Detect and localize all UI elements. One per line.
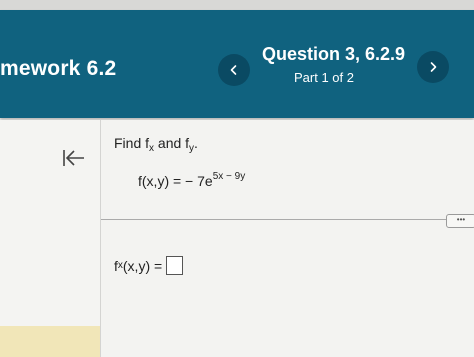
left-accent-block	[0, 326, 100, 357]
function-exponent: 5x − 9y	[212, 171, 246, 182]
answer-row: f x (x,y) =	[114, 256, 184, 275]
chevron-left-icon	[230, 65, 237, 75]
more-options-button[interactable]: •••	[446, 214, 474, 228]
answer-label-rest: (x,y) =	[122, 257, 163, 274]
question-area	[101, 120, 474, 357]
question-prompt: Find fx and fy.	[114, 135, 198, 154]
prompt-and: and f	[154, 135, 190, 151]
collapse-left-icon[interactable]	[62, 148, 86, 168]
homework-title: mework 6.2	[0, 57, 117, 80]
answer-input-box[interactable]	[166, 256, 184, 275]
prompt-find: Find f	[114, 135, 150, 151]
prompt-end: .	[194, 135, 198, 151]
function-lhs: f(x,y) = − 7e	[138, 173, 213, 189]
question-part: Part 1 of 2	[294, 70, 354, 85]
chevron-right-icon	[430, 62, 437, 72]
section-divider	[101, 219, 474, 220]
next-question-button[interactable]	[417, 51, 449, 83]
function-definition: f(x,y) = − 7e5x − 9y	[138, 171, 245, 189]
browser-top-strip	[0, 0, 474, 10]
previous-question-button[interactable]	[218, 54, 250, 86]
question-title: Question 3, 6.2.9	[262, 44, 406, 64]
